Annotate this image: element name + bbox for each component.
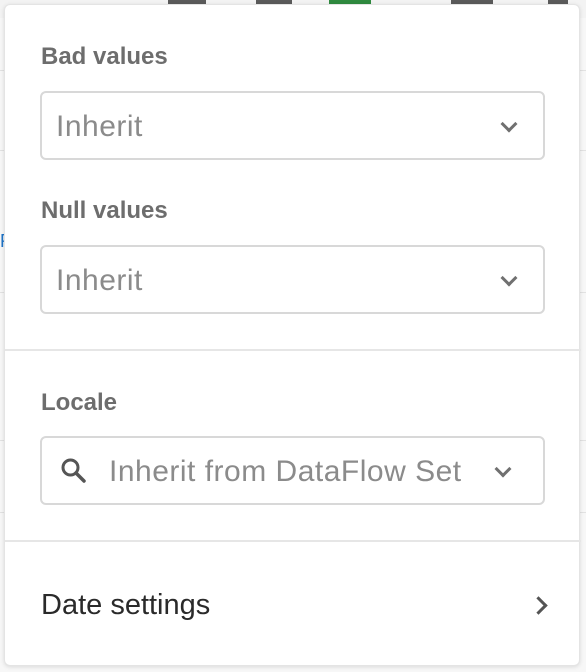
locale-selected-value: Inherit from DataFlow Set [109, 455, 462, 488]
locale-select[interactable]: Inherit from DataFlow Set [40, 436, 545, 505]
null-values-label: Null values [41, 197, 168, 224]
null-values-selected-value: Inherit [56, 264, 143, 297]
search-icon [61, 458, 86, 483]
chevron-down-icon [494, 460, 512, 478]
chevron-right-icon [529, 596, 548, 615]
bad-values-select[interactable]: Inherit [40, 91, 545, 160]
bad-values-label: Bad values [41, 43, 168, 70]
chevron-down-icon [500, 269, 518, 287]
null-values-select[interactable]: Inherit [40, 245, 545, 314]
locale-label: Locale [41, 389, 118, 416]
chevron-down-icon [500, 115, 518, 133]
bad-values-selected-value: Inherit [56, 110, 143, 143]
section-divider [5, 349, 581, 351]
section-divider [5, 540, 581, 542]
format-settings-popover: Bad values Inherit Null values Inherit L… [4, 4, 581, 668]
date-settings-row[interactable]: Date settings [5, 544, 581, 668]
date-settings-label: Date settings [41, 589, 211, 621]
